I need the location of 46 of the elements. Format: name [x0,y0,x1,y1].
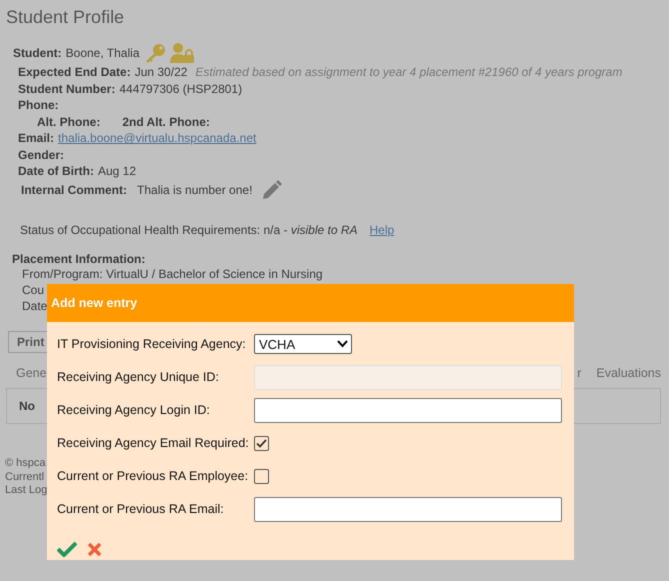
end-date-note: Estimated based on assignment to year 4 placement #21960 of 4 years program [195,65,622,80]
status-text: Status of Occupational Health Requirements: n/a - visible to RA [20,222,358,237]
panel-text: No [19,399,35,413]
field-label: Current or Previous RA Employee: [57,469,250,483]
end-date-label: Expected End Date: [18,65,131,80]
placement-line: Date [21,298,48,314]
tab[interactable]: Gene [16,366,47,386]
checkbox[interactable] [254,436,269,450]
email-link[interactable]: thalia.boone@virtualu.hspcanada.net [58,131,256,146]
field-label: Receiving Agency Email Required: [57,436,250,450]
comment: Thalia is number one! [137,182,252,196]
footer-text: © hspca [5,457,46,470]
alt-phone-label: Alt. Phone: [37,114,100,129]
field-label: Current or Previous RA Email: [57,502,225,516]
placement-line: From/Program: VirtualU / Bachelor of Science in Nursing [21,266,323,282]
field-label: Receiving Agency Login ID: [57,403,211,417]
tab[interactable]: r [577,366,582,386]
pencil-icon[interactable] [262,180,282,200]
dialog-title: Add new entry [51,296,138,310]
student-number-label: Student Number: [18,82,116,96]
dob: Aug 12 [98,164,136,178]
tab[interactable]: Evaluations [596,366,661,386]
close-icon[interactable] [87,542,102,556]
second-alt-phone-label: 2nd Alt. Phone: [122,114,210,129]
checkbox[interactable] [254,468,269,484]
placement-title: Placement Information: [12,252,146,266]
end-date: Jun 30/22 [134,65,188,80]
confirm-icon[interactable] [57,541,77,557]
student-label: Student: [13,46,62,60]
page-title: Student Profile [5,6,126,29]
comment-label: Internal Comment: [21,182,128,196]
email-label: Email: [18,131,54,146]
input-field[interactable] [254,398,562,422]
agency-select[interactable]: VCHA [254,334,352,354]
footer-text: Currentl [5,470,44,484]
dob-label: Date of Birth: [18,164,94,178]
help-link[interactable]: Help [370,222,394,237]
student-name: Boone, Thalia [66,46,140,60]
placement-line: Cou [21,282,44,298]
footer-text: Last Log [5,484,48,498]
field-label: Receiving Agency Unique ID: [57,370,220,384]
student-number: 444797306 (HSP2801) [119,82,242,96]
phone-label: Phone: [18,98,59,112]
chevron-icon [337,340,348,348]
gender-label: Gender: [18,148,64,162]
input-field[interactable] [254,496,562,522]
